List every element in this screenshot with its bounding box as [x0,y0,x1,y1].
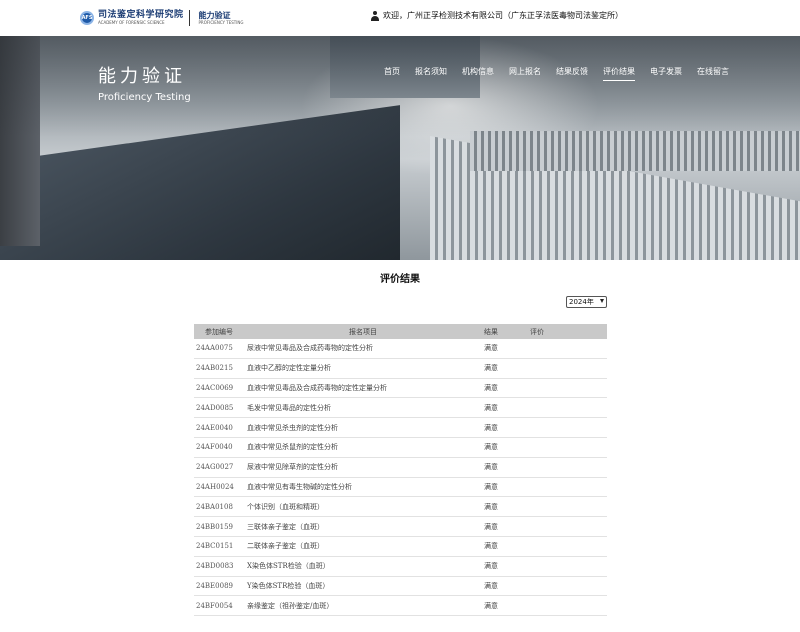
header-evaluation: 评价 [530,327,544,336]
header-project: 报名项目 [349,327,377,336]
participant-id-cell: 24AE0040 [196,423,233,432]
participant-id-cell: 24BC0151 [196,542,234,551]
table-row: 24AD0085 毛发中常见毒品的定性分析 满意 [194,398,607,419]
header-participant-id: 参加编号 [205,327,233,336]
result-cell: 满意 [484,581,498,590]
banner-title-cn: 能力验证 [98,66,186,87]
nav-item-e-invoice[interactable]: 电子发票 [650,66,682,81]
project-cell: 血液中常见毒品及合成药毒物的定性定量分析 [247,383,387,392]
logo-title-cn: 司法鉴定科学研究院 [98,10,184,20]
participant-id-cell: 24BD0083 [196,562,234,571]
project-cell: 个体识别（血斑和精斑） [247,502,324,511]
project-cell: 血液中常见有毒生物碱的定性分析 [247,482,352,491]
welcome-text: 欢迎，广州正孚检测技术有限公司（广东正孚法医毒物司法鉴定所） [383,11,623,20]
participant-id-cell: 24AH0024 [196,482,234,491]
participant-id-cell: 24AB0215 [196,364,233,373]
table-row: 24AC0069 血液中常见毒品及合成药毒物的定性定量分析 满意 [194,379,607,399]
table-body: 24AA0075 尿液中常见毒品及合成药毒物的定性分析 满意 24AB0215 血液中乙… [194,339,607,617]
nav-item-home[interactable]: 首页 [384,66,400,81]
project-cell: Y染色体STR检验（血斑） [247,581,330,590]
year-select[interactable]: 2024年 [566,296,607,308]
result-cell: 满意 [484,403,498,412]
result-cell: 满意 [484,502,498,511]
result-cell: 满意 [484,383,498,392]
page-title: 评价结果 [380,274,420,285]
participant-id-cell: 24BB0159 [196,522,234,531]
table-row: 24AH0024 血液中常见有毒生物碱的定性分析 满意 [194,478,607,498]
banner-title-en: Proficiency Testing [98,92,191,103]
result-cell: 满意 [484,463,498,472]
project-cell: X染色体STR检验（血斑） [247,562,330,571]
nav-item-institution-info[interactable]: 机构信息 [462,66,494,81]
nav-item-evaluation-results[interactable]: 评价结果 [603,66,635,81]
participant-id-cell: 24BA0108 [196,502,233,511]
project-cell: 毛发中常见毒品的定性分析 [247,403,331,412]
result-cell: 满意 [484,542,498,551]
main-nav: 首页 报名须知 机构信息 网上报名 结果反馈 评价结果 电子发票 在线留言 [384,66,744,81]
participant-id-cell: 24AC0069 [196,383,234,392]
hero-banner: 能力验证 Proficiency Testing 首页 报名须知 机构信息 网上… [0,36,800,260]
results-table: 参加编号 报名项目 结果 评价 24AA0075 尿液中常见毒品及合成药毒物的定性… [194,324,607,617]
academy-emblem-icon: AFS [80,11,94,25]
nav-item-online-message[interactable]: 在线留言 [697,66,729,81]
project-cell: 尿液中常见毒品及合成药毒物的定性分析 [247,344,373,353]
header-result: 结果 [484,327,498,336]
nav-item-result-feedback[interactable]: 结果反馈 [556,66,588,81]
table-row: 24BD0083 X染色体STR检验（血斑） 满意 [194,557,607,577]
site-logo[interactable]: AFS 司法鉴定科学研究院 ACADEMY OF FORENSIC SCIENC… [80,7,244,29]
table-row: 24AA0075 尿液中常见毒品及合成药毒物的定性分析 满意 [194,339,607,359]
project-cell: 血液中乙醇的定性定量分析 [247,364,331,373]
top-bar: AFS 司法鉴定科学研究院 ACADEMY OF FORENSIC SCIENC… [0,0,800,36]
table-row: 24AF0040 血液中常见杀鼠剂的定性分析 满意 [194,438,607,458]
logo-subtitle-cn: 能力验证 [198,10,231,20]
project-cell: 血液中常见杀虫剂的定性分析 [247,423,338,432]
result-cell: 满意 [484,443,498,452]
participant-id-cell: 24AG0027 [196,463,234,472]
result-cell: 满意 [484,344,498,353]
participant-id-cell: 24BF0054 [196,601,233,610]
table-row: 24AB0215 血液中乙醇的定性定量分析 满意 [194,359,607,379]
year-select-value: 2024年 [569,298,594,306]
logo-divider [188,10,190,26]
result-cell: 满意 [484,364,498,373]
welcome-message: 欢迎，广州正孚检测技术有限公司（广东正孚法医毒物司法鉴定所） [370,10,623,21]
logo-subtitle-en: PROFICIENCY TESTING [198,19,244,25]
table-row: 24BB0159 三联体亲子鉴定（血斑） 满意 [194,517,607,537]
banner-title: 能力验证 Proficiency Testing [98,62,191,103]
participant-id-cell: 24BE0089 [196,581,233,590]
participant-id-cell: 24AA0075 [196,344,233,353]
nav-item-online-registration[interactable]: 网上报名 [509,66,541,81]
result-cell: 满意 [484,522,498,531]
table-row: 24AE0040 血液中常见杀虫剂的定性分析 满意 [194,418,607,438]
result-cell: 满意 [484,423,498,432]
result-cell: 满意 [484,562,498,571]
table-row: 24BF0054 亲缘鉴定（祖孙鉴定/血斑） 满意 [194,596,607,617]
project-cell: 二联体亲子鉴定（血斑） [247,542,324,551]
result-cell: 满意 [484,601,498,610]
project-cell: 血液中常见杀鼠剂的定性分析 [247,443,338,452]
participant-id-cell: 24AD0085 [196,403,234,412]
table-row: 24BC0151 二联体亲子鉴定（血斑） 满意 [194,537,607,557]
project-cell: 三联体亲子鉴定（血斑） [247,522,324,531]
table-row: 24AG0027 尿液中常见除草剂的定性分析 满意 [194,458,607,478]
nav-item-registration-notice[interactable]: 报名须知 [415,66,447,81]
participant-id-cell: 24AF0040 [196,443,233,452]
table-row: 24BE0089 Y染色体STR检验（血斑） 满意 [194,577,607,597]
user-icon [370,10,380,21]
table-row: 24BA0108 个体识别（血斑和精斑） 满意 [194,497,607,518]
result-cell: 满意 [484,482,498,491]
table-header: 参加编号 报名项目 结果 评价 [194,324,607,339]
project-cell: 尿液中常见除草剂的定性分析 [247,463,338,472]
chevron-down-icon [600,299,604,303]
logo-title-en: ACADEMY OF FORENSIC SCIENCE [98,20,165,25]
project-cell: 亲缘鉴定（祖孙鉴定/血斑） [247,601,334,610]
